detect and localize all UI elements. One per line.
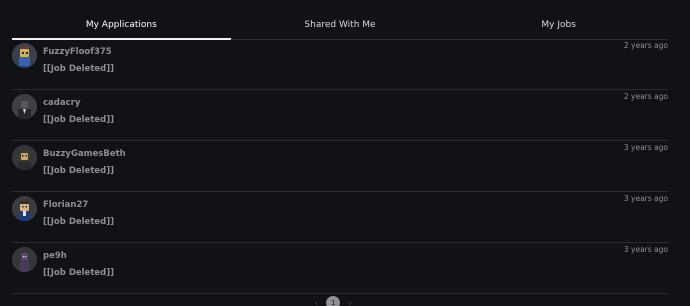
username[interactable]: FuzzyFloof375 bbox=[43, 47, 112, 57]
avatar-pe9h[interactable] bbox=[12, 247, 37, 272]
timestamp: 2 years ago bbox=[623, 41, 668, 50]
timestamp: 3 years ago bbox=[623, 194, 668, 203]
tab-bar: My Applications Shared With Me My Jobs bbox=[12, 12, 668, 40]
username[interactable]: BuzzyGamesBeth bbox=[43, 149, 126, 159]
avatar-fuzzyfloof375[interactable] bbox=[12, 43, 37, 68]
avatar-florian27[interactable] bbox=[12, 196, 37, 221]
pagination: ‹ 1 › bbox=[315, 296, 351, 306]
tab-shared-with-me[interactable]: Shared With Me bbox=[231, 12, 450, 39]
avatar-cadacry[interactable] bbox=[12, 94, 37, 119]
chevron-left-icon[interactable]: ‹ bbox=[315, 299, 318, 306]
page-button-current[interactable]: 1 bbox=[326, 296, 341, 306]
tab-my-applications[interactable]: My Applications bbox=[12, 12, 231, 40]
job-title[interactable]: [[Job Deleted]] bbox=[43, 64, 114, 74]
timestamp: 3 years ago bbox=[623, 143, 668, 152]
chevron-right-icon[interactable]: › bbox=[348, 299, 351, 306]
job-title[interactable]: [[Job Deleted]] bbox=[43, 268, 114, 278]
timestamp: 3 years ago bbox=[623, 245, 668, 254]
list-item[interactable]: Florian27 [[Job Deleted]] 3 years ago bbox=[12, 192, 668, 243]
job-title[interactable]: [[Job Deleted]] bbox=[43, 115, 114, 125]
list-item[interactable]: BuzzyGamesBeth [[Job Deleted]] 3 years a… bbox=[12, 141, 668, 192]
list-item[interactable]: pe9h [[Job Deleted]] 3 years ago bbox=[12, 243, 668, 294]
avatar-buzzygamesbeth[interactable] bbox=[12, 145, 37, 170]
applications-panel: My Applications Shared With Me My Jobs F… bbox=[0, 0, 690, 306]
tab-my-jobs[interactable]: My Jobs bbox=[449, 12, 668, 39]
username[interactable]: pe9h bbox=[43, 251, 67, 261]
list-item[interactable]: cadacry [[Job Deleted]] 2 years ago bbox=[12, 90, 668, 141]
job-title[interactable]: [[Job Deleted]] bbox=[43, 166, 114, 176]
username[interactable]: Florian27 bbox=[43, 200, 88, 210]
job-title[interactable]: [[Job Deleted]] bbox=[43, 217, 114, 227]
username[interactable]: cadacry bbox=[43, 98, 80, 108]
timestamp: 2 years ago bbox=[623, 92, 668, 101]
list-item[interactable]: FuzzyFloof375 [[Job Deleted]] 2 years ag… bbox=[12, 39, 668, 90]
applications-list: FuzzyFloof375 [[Job Deleted]] 2 years ag… bbox=[12, 39, 668, 294]
